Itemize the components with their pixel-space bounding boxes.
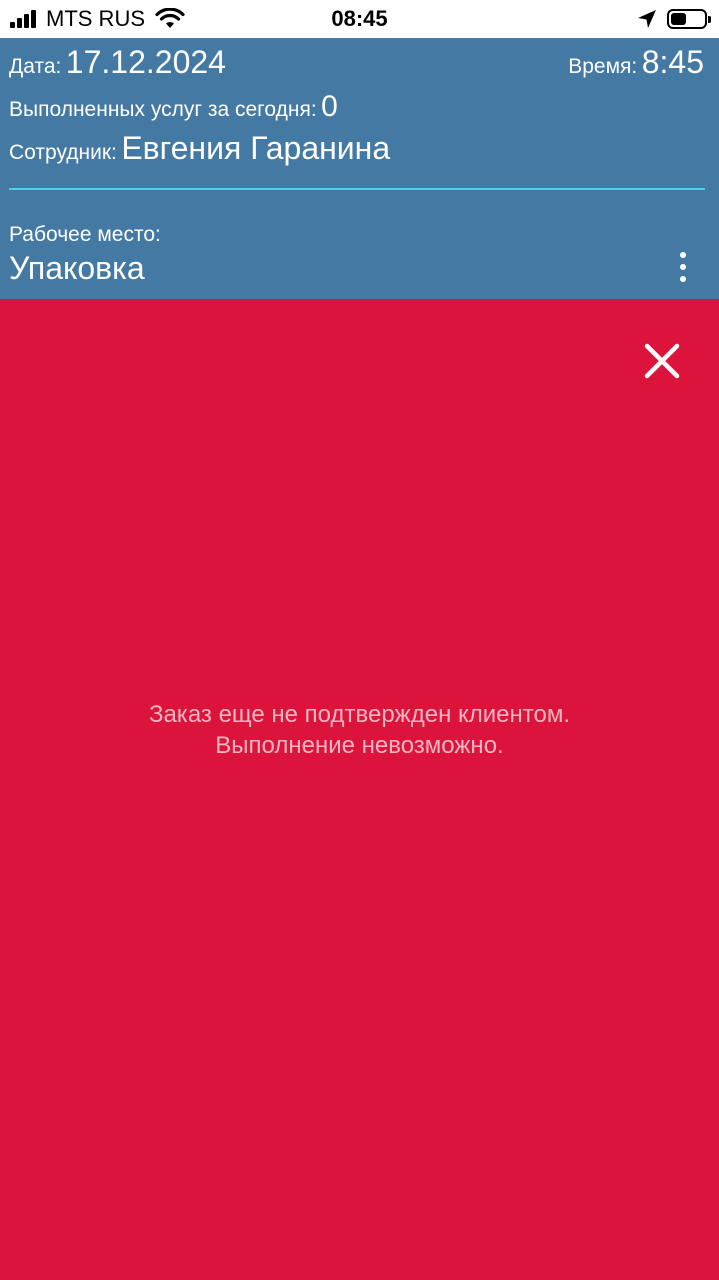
employee-label: Сотрудник:: [9, 141, 117, 164]
services-count: 0: [321, 90, 338, 123]
employee-name: Евгения Гаранина: [121, 130, 391, 166]
workplace-value: Упаковка: [9, 250, 145, 286]
more-vertical-icon[interactable]: [677, 252, 689, 282]
time-row: Время: 8:45: [568, 44, 704, 81]
location-arrow-icon: [638, 10, 656, 28]
date-value: 17.12.2024: [65, 44, 226, 80]
app-screen: MTS RUS 08:45 Дата: 17.12.2024 Время: 8:…: [0, 0, 719, 1280]
error-message: Заказ еще не подтвержден клиентом. Выпол…: [0, 699, 719, 761]
workplace-label: Рабочее место:: [9, 223, 161, 246]
close-icon[interactable]: [643, 342, 681, 380]
header-divider: [9, 188, 705, 190]
time-value: 8:45: [641, 44, 704, 80]
time-label: Время:: [568, 55, 638, 78]
info-header: Дата: 17.12.2024 Время: 8:45 Выполненных…: [0, 38, 719, 299]
error-message-line-2: Выполнение невозможно.: [215, 732, 504, 759]
status-time: 08:45: [331, 6, 388, 31]
battery-icon: [667, 9, 711, 29]
services-label: Выполненных услуг за сегодня:: [9, 98, 317, 121]
date-label: Дата:: [9, 55, 62, 78]
error-message-line-1: Заказ еще не подтвержден клиентом.: [148, 701, 571, 728]
error-panel: Заказ еще не подтвержден клиентом. Выпол…: [0, 299, 719, 1280]
services-row: Выполненных услуг за сегодня: 0: [9, 90, 338, 124]
status-bar: MTS RUS 08:45: [0, 0, 719, 38]
date-row: Дата: 17.12.2024: [9, 44, 226, 81]
employee-row: Сотрудник: Евгения Гаранина: [9, 130, 390, 167]
status-right: [637, 7, 711, 31]
